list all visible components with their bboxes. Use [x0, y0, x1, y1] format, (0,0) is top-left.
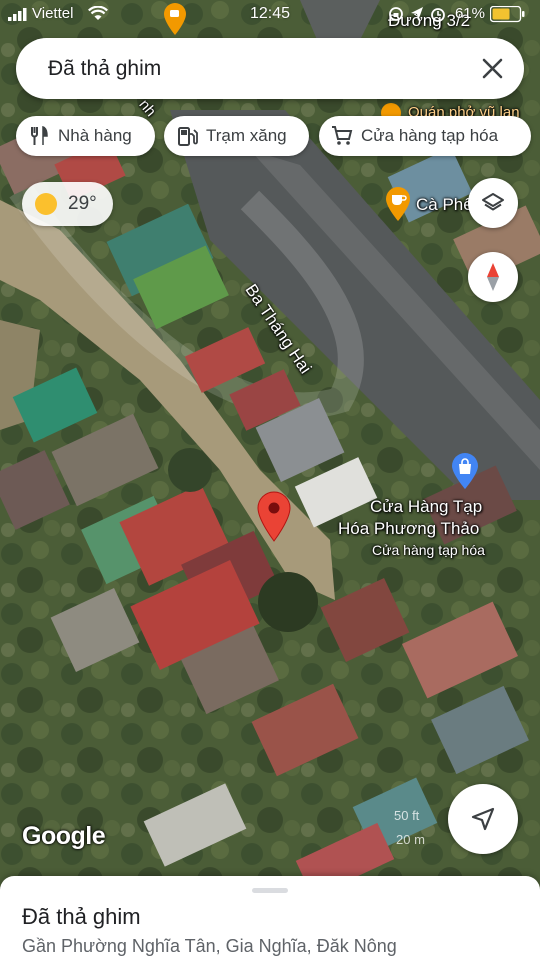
battery-percentage: 61%: [454, 5, 485, 22]
cafe-marker-icon: [386, 187, 410, 221]
poi-store-name-line2: Hóa Phương Thảo: [338, 519, 480, 538]
chip-restaurants[interactable]: Nhà hàng: [16, 116, 155, 156]
poi-cafe-label: Cà Phê: [416, 195, 473, 214]
search-bar[interactable]: Đã thả ghim: [16, 38, 524, 99]
status-bar: Viettel 12:45 61%: [0, 0, 540, 30]
layers-button[interactable]: [468, 178, 518, 228]
sun-icon: [35, 193, 57, 215]
scale-feet-label: 50 ft: [394, 808, 420, 823]
navigation-arrow-icon: [471, 807, 495, 831]
poi-store-name-line1: Cửa Hàng Tạp: [370, 497, 483, 516]
place-bottom-sheet[interactable]: Đã thả ghim Gần Phường Nghĩa Tân, Gia Ng…: [0, 876, 540, 960]
chip-gas-stations[interactable]: Trạm xăng: [164, 116, 309, 156]
location-arrow-icon: [411, 7, 423, 21]
chip-gas-stations-label: Trạm xăng: [206, 126, 287, 145]
battery-icon: [490, 6, 525, 23]
weather-chip[interactable]: 29°: [22, 182, 113, 226]
chip-grocery-stores-label: Cửa hàng tạp hóa: [361, 126, 499, 145]
gas-station-icon: [178, 127, 198, 146]
shopping-bag-marker-icon: [452, 453, 478, 489]
poi-store-category: Cửa hàng tạp hóa: [372, 542, 485, 558]
compass-icon: [487, 263, 499, 291]
compass-button[interactable]: [468, 252, 518, 302]
restaurant-icon: [31, 125, 48, 145]
alarm-icon: [431, 8, 445, 22]
search-query[interactable]: Đã thả ghim: [48, 57, 161, 81]
close-icon[interactable]: [479, 55, 506, 82]
rotation-lock-icon: [389, 7, 403, 21]
sheet-drag-handle[interactable]: [252, 888, 288, 893]
place-title: Đã thả ghim: [22, 904, 141, 929]
layers-icon: [482, 193, 504, 211]
chip-restaurants-label: Nhà hàng: [58, 126, 132, 145]
chip-grocery-stores[interactable]: Cửa hàng tạp hóa: [319, 116, 531, 156]
dropped-pin-icon[interactable]: [256, 490, 292, 542]
google-logo: Google: [22, 822, 106, 850]
shopping-cart-icon: [332, 126, 353, 145]
my-location-button[interactable]: [448, 784, 518, 854]
weather-temperature: 29°: [68, 193, 97, 214]
poi-grocery-store[interactable]: Cửa Hàng Tạp Hóa Phương Thảo Cửa hàng tạ…: [330, 452, 510, 562]
scale-meters-label: 20 m: [396, 832, 425, 847]
place-address: Gần Phường Nghĩa Tân, Gia Nghĩa, Đăk Nôn…: [22, 936, 397, 956]
